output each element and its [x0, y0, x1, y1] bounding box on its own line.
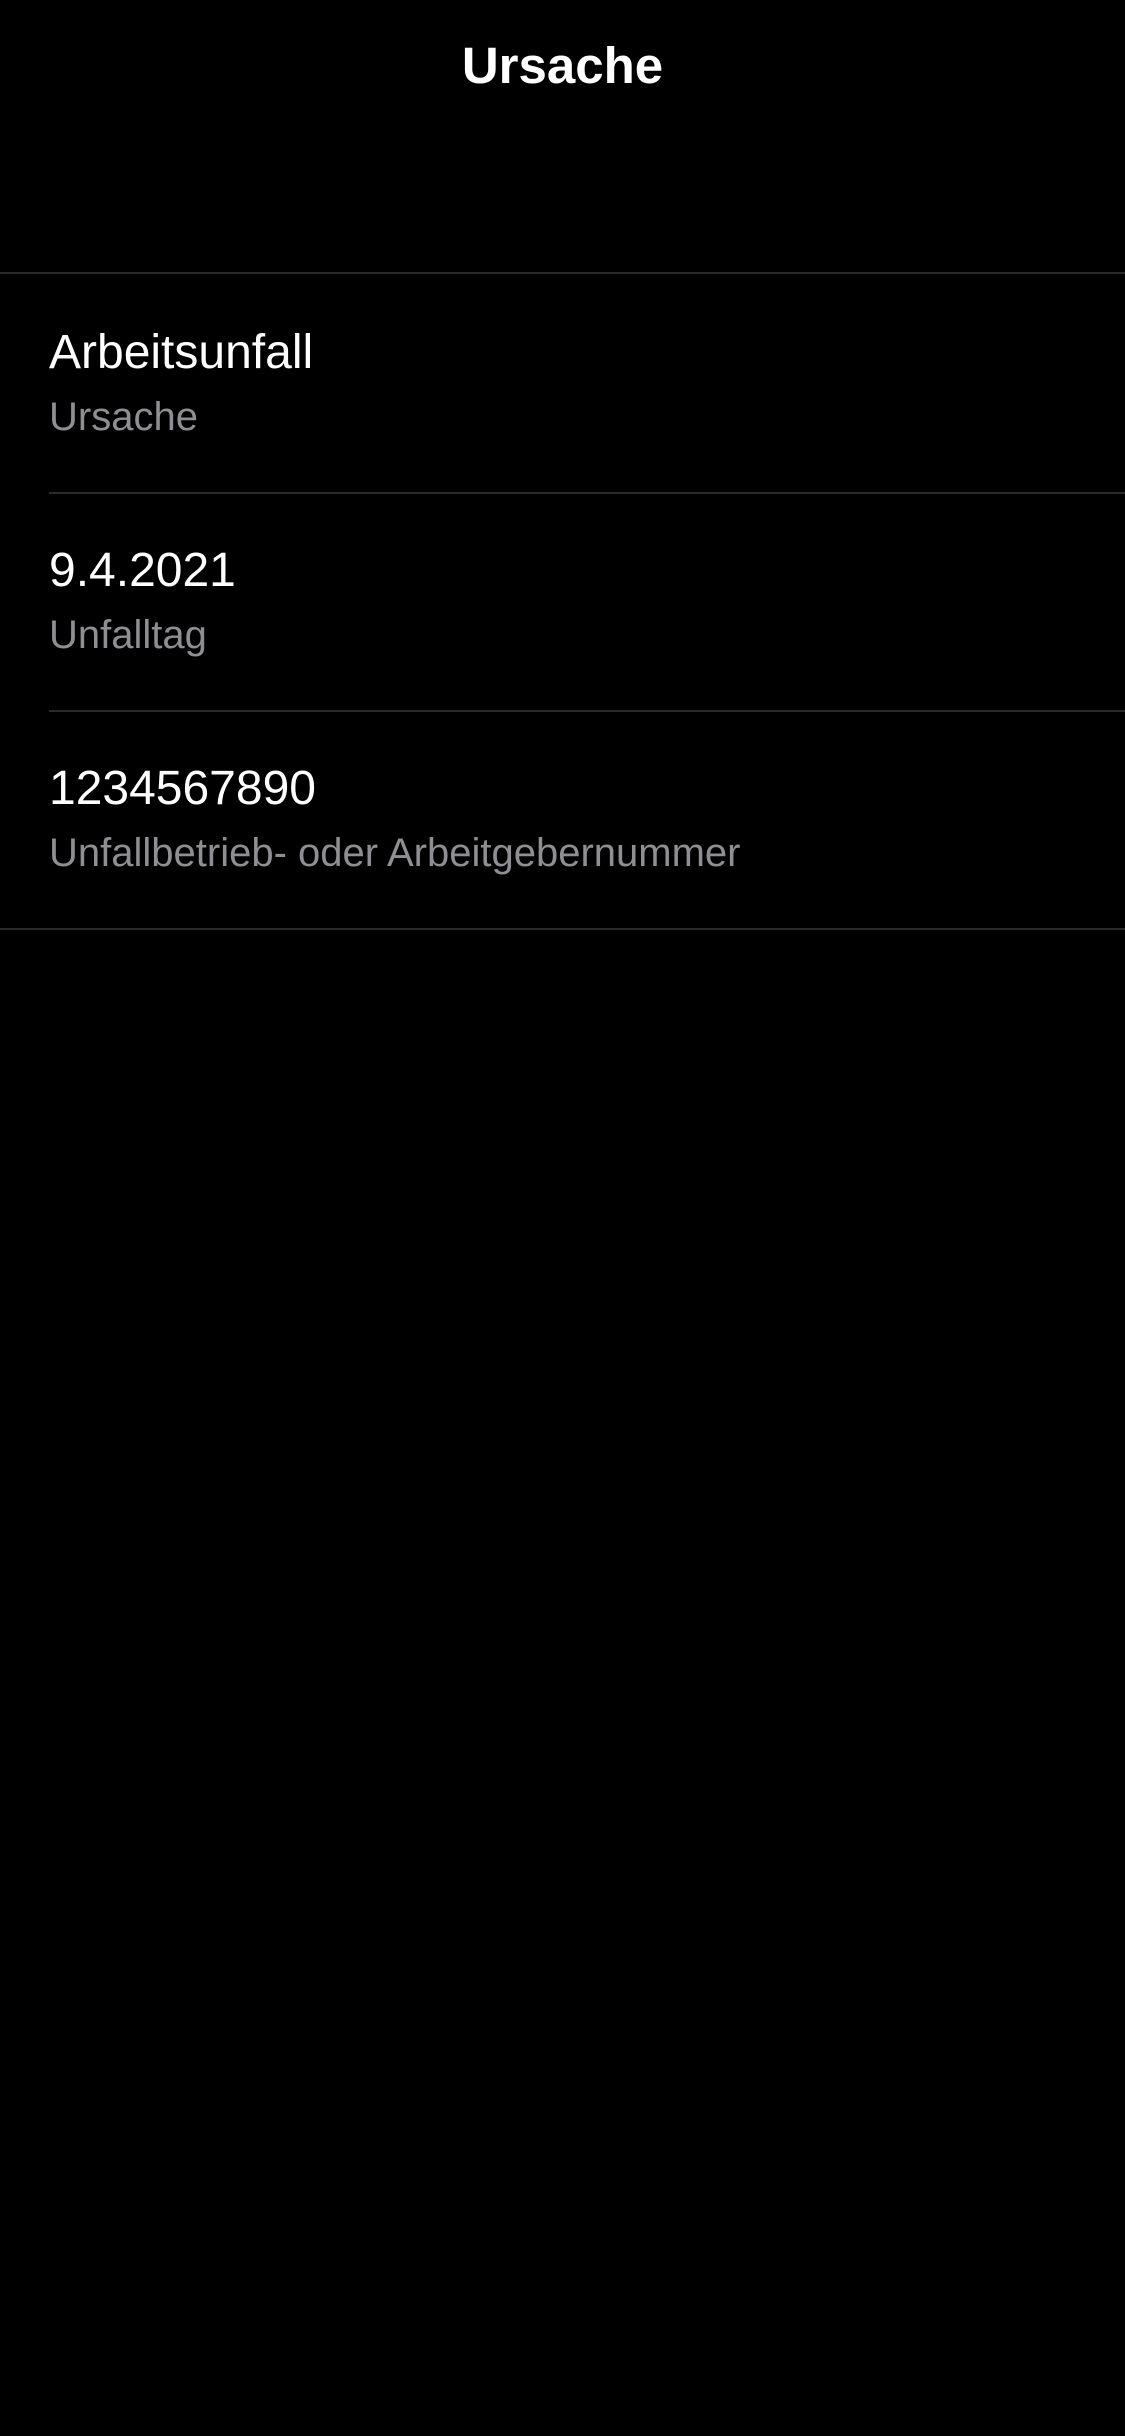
list-item-value: 9.4.2021	[49, 544, 236, 597]
page-title: Ursache	[461, 37, 664, 94]
detail-list: Arbeitsunfall Ursache 9.4.2021 Unfalltag…	[0, 272, 1125, 930]
list-item-employer-number[interactable]: 1234567890 Unfallbetrieb- oder Arbeitgeb…	[0, 710, 1125, 928]
list-item-label: Unfallbetrieb- oder Arbeitgebernummer	[49, 831, 741, 875]
list-item-accident-date[interactable]: 9.4.2021 Unfalltag	[0, 492, 1125, 710]
navigation-bar: Ursache	[0, 0, 1125, 272]
list-item-label: Unfalltag	[49, 613, 207, 657]
list-item-value: 1234567890	[49, 762, 316, 815]
list-item-label: Ursache	[49, 395, 198, 439]
list-item-value: Arbeitsunfall	[49, 326, 314, 379]
list-item-cause[interactable]: Arbeitsunfall Ursache	[0, 274, 1125, 492]
